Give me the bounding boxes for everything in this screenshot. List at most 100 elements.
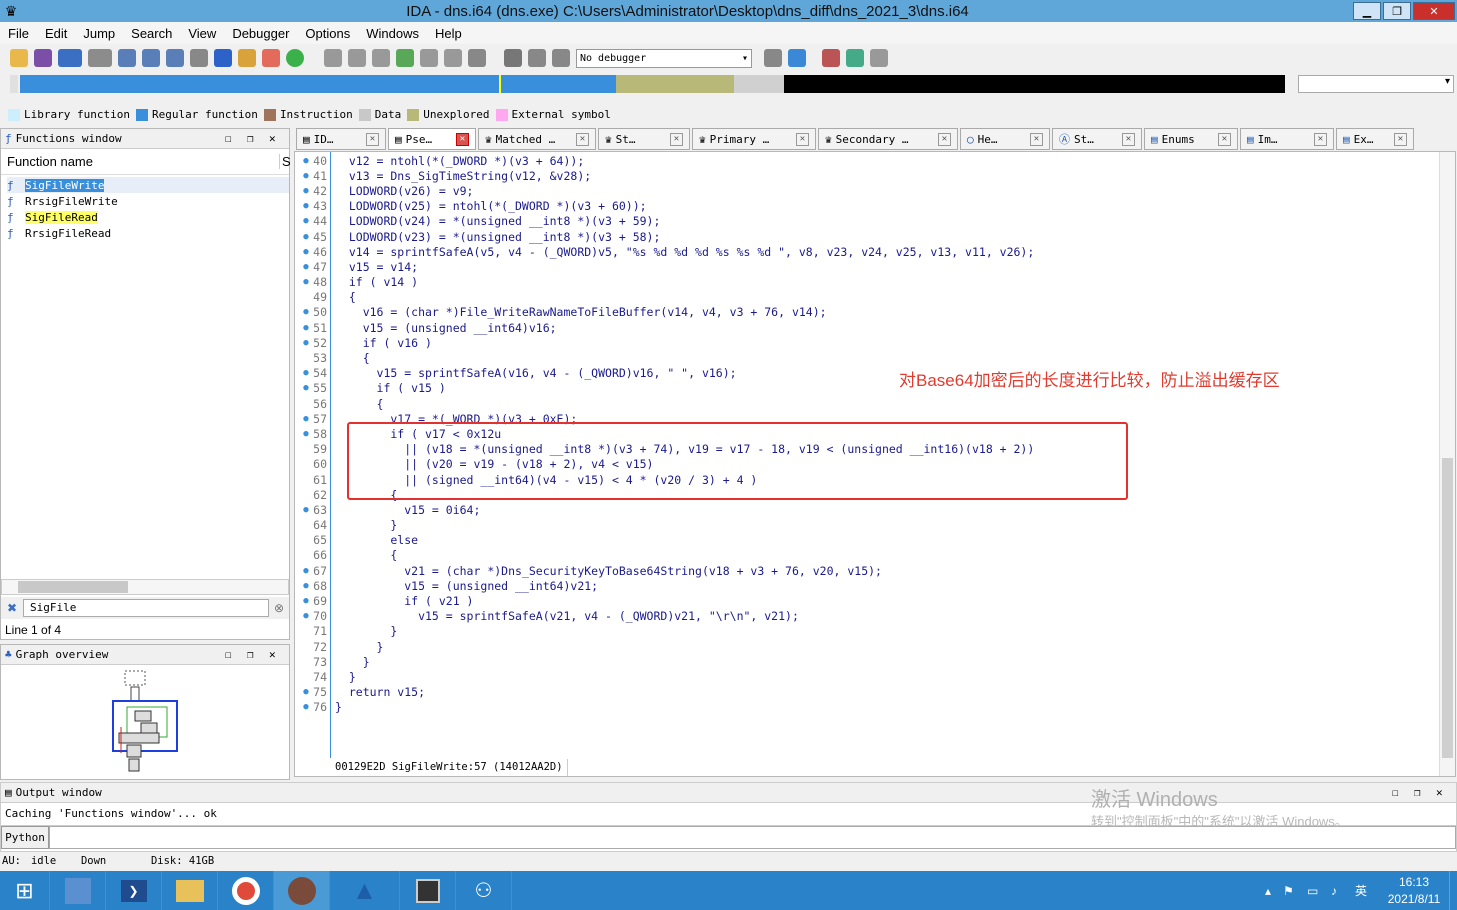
patch-icon[interactable] (420, 49, 438, 67)
tray-clock[interactable]: 16:13 2021/8/11 (1379, 874, 1449, 908)
code-line[interactable]: 66 { (299, 548, 1429, 563)
code-line[interactable]: ● 68 v15 = (unsigned __int64)v21; (299, 578, 1429, 593)
close-tab-icon[interactable]: ✕ (796, 132, 809, 146)
forward-icon[interactable] (88, 49, 112, 67)
code-line[interactable]: ● 70 v15 = sprintfSafeA(v21, v4 - (_QWORD… (299, 609, 1429, 624)
dock-icon[interactable]: ❐ (247, 648, 269, 661)
breakpoint-dot[interactable]: ● (299, 429, 313, 439)
code-line[interactable]: ● 41 v13 = Dns_SigTimeString(v12, &v28); (299, 168, 1429, 183)
breakpoint-dot[interactable]: ● (299, 247, 313, 257)
close-tab-icon[interactable]: ✕ (576, 132, 589, 146)
code-line[interactable]: ● 46 v14 = sprintfSafeA(v5, v4 - (_QWORD)… (299, 244, 1429, 259)
tab-statistics[interactable]: ♛ St… ✕ (598, 128, 690, 150)
menu-windows[interactable]: Windows (358, 26, 427, 41)
binary-search-icon[interactable] (118, 49, 136, 67)
green-circle-icon[interactable] (286, 49, 304, 67)
cross-icon[interactable] (468, 49, 486, 67)
code-line[interactable]: ● 76} (299, 700, 1429, 715)
warning-icon[interactable] (262, 49, 280, 67)
code-line[interactable]: ● 67 v21 = (char *)Dns_SecurityKeyToBase6… (299, 563, 1429, 578)
close-panel-icon[interactable]: ✕ (269, 132, 289, 145)
menu-edit[interactable]: Edit (37, 26, 75, 41)
breakpoint-dot[interactable]: ● (299, 216, 313, 226)
navigation-band[interactable] (20, 75, 1285, 93)
back-icon[interactable] (58, 49, 82, 67)
code-line[interactable]: ● 51 v15 = (unsigned __int64)v16; (299, 320, 1429, 335)
horizontal-scrollbar[interactable] (1, 579, 289, 595)
float-icon[interactable]: ☐ (225, 648, 247, 661)
code-line[interactable]: 65 else (299, 533, 1429, 548)
taskbar-app[interactable] (218, 871, 274, 910)
breakpoint-dot[interactable]: ● (299, 611, 313, 621)
breakpoint-dot[interactable]: ● (299, 368, 313, 378)
menu-help[interactable]: Help (427, 26, 470, 41)
maximize-button[interactable]: ❐ (1383, 2, 1411, 20)
clear-search-icon[interactable]: ⊗ (269, 601, 289, 615)
analyze-icon[interactable] (190, 49, 208, 67)
breakpoint-dot[interactable]: ● (299, 201, 313, 211)
clear-filter-icon[interactable]: ✖ (1, 601, 23, 615)
bookmark-icon[interactable] (822, 49, 840, 67)
code-line[interactable]: ● 45 LODWORD(v23) = *(unsigned __int8 *)(… (299, 229, 1429, 244)
code-line[interactable]: ● 47 v15 = v14; (299, 259, 1429, 274)
plugin-remove-icon[interactable] (870, 49, 888, 67)
tab-secondary[interactable]: ♛ Secondary … ✕ (818, 128, 958, 150)
taskbar-network[interactable]: ⚇ (456, 871, 512, 910)
code-line[interactable]: ● 40 v12 = ntohl(*(_DWORD *)(v3 + 64)); (299, 153, 1429, 168)
debug-options-icon[interactable] (764, 49, 782, 67)
debug-attach-icon[interactable] (788, 49, 806, 67)
breakpoint-dot[interactable]: ● (299, 338, 313, 348)
close-tab-icon[interactable]: ✕ (366, 132, 379, 146)
menu-debugger[interactable]: Debugger (224, 26, 297, 41)
tray-volume-icon[interactable]: ♪ (1331, 884, 1355, 898)
close-tab-icon[interactable]: ✕ (456, 132, 469, 146)
pseudocode-view[interactable]: ● 40 v12 = ntohl(*(_DWORD *)(v3 + 64)); ● 4… (294, 151, 1456, 777)
breakpoint-dot[interactable]: ● (299, 581, 313, 591)
dock-icon[interactable]: ❐ (1414, 786, 1436, 799)
plugin-add-icon[interactable] (846, 49, 864, 67)
graph-minimap[interactable] (1, 667, 289, 779)
pause-icon[interactable] (528, 49, 546, 67)
code-line[interactable]: ● 69 if ( v21 ) (299, 593, 1429, 608)
minimize-button[interactable]: ▁ (1353, 2, 1381, 20)
breakpoint-dot[interactable]: ● (299, 596, 313, 606)
code-line[interactable]: ● 43 LODWORD(v25) = ntohl(*(_DWORD *)(v3 … (299, 199, 1429, 214)
menu-jump[interactable]: Jump (75, 26, 123, 41)
taskbar-wireshark[interactable]: ▲ (330, 871, 400, 910)
close-tab-icon[interactable]: ✕ (1218, 132, 1231, 146)
taskbar-ida[interactable] (274, 871, 330, 910)
breakpoint-dot[interactable]: ● (299, 232, 313, 242)
breakpoint-dot[interactable]: ● (299, 323, 313, 333)
graph-add-icon[interactable] (396, 49, 414, 67)
code-line[interactable]: ● 50 v16 = (char *)File_WriteRawNameToFil… (299, 305, 1429, 320)
code-line[interactable]: 74 } (299, 669, 1429, 684)
jump-down-icon[interactable] (214, 49, 232, 67)
close-button[interactable]: ✕ (1413, 2, 1455, 20)
tray-flag-icon[interactable]: ⚑ (1283, 884, 1307, 898)
close-tab-icon[interactable]: ✕ (1314, 132, 1327, 146)
list-item[interactable]: ƒ SigFileWrite (7, 177, 289, 193)
close-panel-icon[interactable]: ✕ (269, 648, 289, 661)
code-line[interactable]: ● 75 return v15; (299, 685, 1429, 700)
close-tab-icon[interactable]: ✕ (670, 132, 683, 146)
menu-search[interactable]: Search (123, 26, 180, 41)
list-item[interactable]: ƒ SigFileRead (7, 209, 289, 225)
breakpoint-dot[interactable]: ● (299, 277, 313, 287)
code-line[interactable]: ● 52 if ( v16 ) (299, 335, 1429, 350)
column-header[interactable]: Function name S (1, 149, 291, 175)
list-item[interactable]: ƒ RrsigFileWrite (7, 193, 289, 209)
code-line[interactable]: 49 { (299, 290, 1429, 305)
tab-primary[interactable]: ♛ Primary … ✕ (692, 128, 816, 150)
vertical-scrollbar[interactable] (1439, 152, 1455, 776)
close-panel-icon[interactable]: ✕ (1436, 786, 1456, 799)
breakpoint-dot[interactable]: ● (299, 414, 313, 424)
segment-icon[interactable] (348, 49, 366, 67)
breakpoint-dot[interactable]: ● (299, 171, 313, 181)
taskbar-explorer[interactable] (162, 871, 218, 910)
tab-ida-view[interactable]: ▤ ID… ✕ (296, 128, 386, 150)
script-icon[interactable] (238, 49, 256, 67)
taskbar-server-manager[interactable] (50, 871, 106, 910)
tab-imports[interactable]: ▤ Im… ✕ (1240, 128, 1334, 150)
breakpoint-dot[interactable]: ● (299, 307, 313, 317)
code-line[interactable]: 71 } (299, 624, 1429, 639)
